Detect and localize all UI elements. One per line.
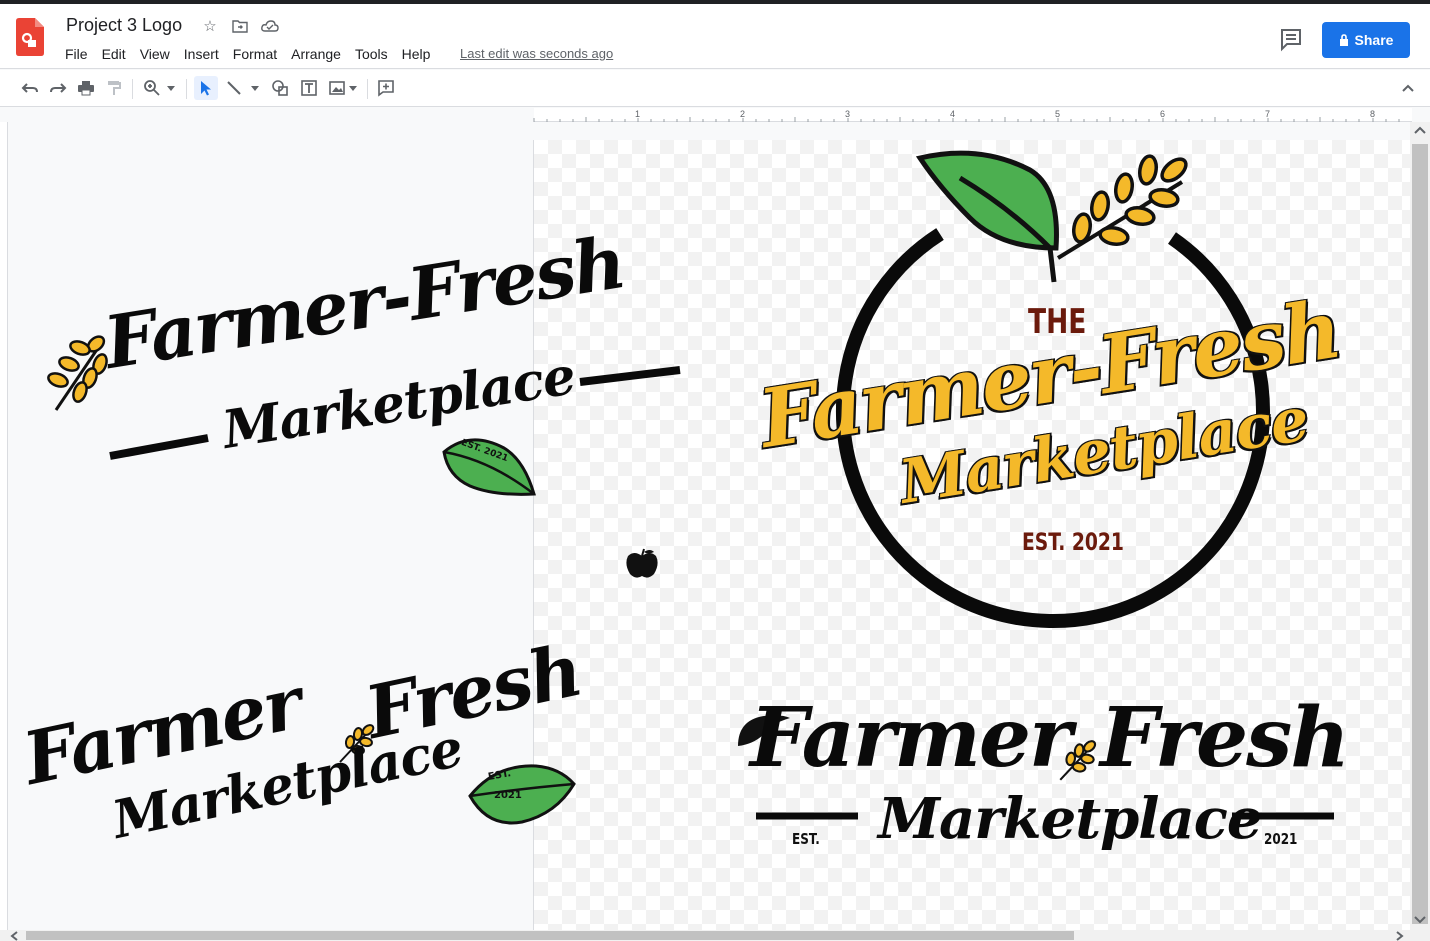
undo-icon[interactable] [18, 76, 42, 100]
vertical-ruler [0, 122, 8, 930]
apple-icon[interactable] [624, 548, 660, 580]
title-bar: Project 3 Logo ☆ File Edit View Insert F… [0, 0, 1430, 69]
comments-icon[interactable] [1278, 26, 1304, 52]
ruler-ticks [533, 117, 1400, 122]
add-comment-icon[interactable] [374, 76, 398, 100]
logo1-divider-lines [109, 366, 681, 460]
scroll-right-icon[interactable] [1396, 931, 1404, 941]
vertical-scroll-thumb[interactable] [1412, 144, 1428, 924]
leaf-icon [442, 438, 536, 496]
scroll-down-icon[interactable] [1414, 916, 1426, 924]
menu-view[interactable]: View [133, 44, 177, 64]
select-tool-icon[interactable] [194, 76, 218, 100]
ruler-mark: 2 [740, 109, 746, 119]
ruler-mark: 5 [1055, 109, 1061, 119]
ruler-mark: 4 [950, 109, 956, 119]
logo-4[interactable]: Farmer Fresh Marketplace EST. 2021 [734, 690, 1350, 870]
zoom-dropdown-icon[interactable] [164, 76, 178, 100]
zoom-icon[interactable] [140, 76, 164, 100]
share-button[interactable]: Share [1322, 22, 1410, 58]
lock-icon [1339, 34, 1348, 46]
logo4-year: 2021 [1264, 830, 1298, 848]
line-tool-icon[interactable] [222, 76, 246, 100]
scroll-left-icon[interactable] [10, 931, 18, 941]
logo2-est: EST. 2021 [1022, 528, 1124, 556]
ruler-mark: 1 [635, 109, 641, 119]
star-icon[interactable]: ☆ [200, 16, 220, 36]
scroll-up-icon[interactable] [1414, 126, 1426, 134]
menu-tools[interactable]: Tools [348, 44, 395, 64]
logo4-est: EST. [792, 830, 820, 848]
ruler-mark: 7 [1265, 109, 1271, 119]
move-folder-icon[interactable] [230, 16, 250, 36]
logo-2[interactable]: THE Farmer-Fresh Marketplace EST. 2021 [753, 148, 1346, 638]
last-edit-link[interactable]: Last edit was seconds ago [460, 46, 613, 61]
shape-tool-icon[interactable] [268, 76, 292, 100]
menu-arrange[interactable]: Arrange [284, 44, 348, 64]
paint-format-icon[interactable] [102, 76, 126, 100]
redo-icon[interactable] [46, 76, 70, 100]
toolbar [0, 70, 1430, 107]
horizontal-ruler: 1 2 3 4 5 6 7 8 [533, 108, 1412, 122]
document-title[interactable]: Project 3 Logo [66, 15, 182, 36]
menu-insert[interactable]: Insert [177, 44, 226, 64]
vertical-scrollbar[interactable] [1410, 122, 1430, 930]
horizontal-scrollbar[interactable] [0, 930, 1430, 941]
ruler-mark: 8 [1370, 109, 1376, 119]
menu-edit[interactable]: Edit [95, 44, 133, 64]
ruler-mark: 6 [1160, 109, 1166, 119]
menu-file[interactable]: File [58, 44, 95, 64]
print-icon[interactable] [74, 76, 98, 100]
text-box-icon[interactable] [297, 76, 321, 100]
drawings-app-icon[interactable] [16, 18, 44, 56]
share-label: Share [1354, 32, 1394, 48]
cloud-saved-icon[interactable] [260, 16, 280, 36]
logo-3[interactable]: Farmer Fresh Marketplace EST. 2021 [16, 627, 600, 880]
menu-bar: File Edit View Insert Format Arrange Too… [58, 44, 437, 64]
logo4-marketplace: Marketplace [878, 786, 1263, 852]
line-dropdown-icon[interactable] [248, 76, 262, 100]
ruler-mark: 3 [845, 109, 851, 119]
image-dropdown-icon[interactable] [346, 76, 360, 100]
horizontal-scroll-thumb[interactable] [26, 931, 1074, 940]
menu-format[interactable]: Format [226, 44, 284, 64]
logo3-year: 2021 [494, 790, 522, 801]
menu-help[interactable]: Help [395, 44, 438, 64]
collapse-toolbar-icon[interactable] [1396, 76, 1420, 100]
logo-1[interactable]: Farmer-Fresh Marketplace EST. 2021 [30, 219, 690, 510]
